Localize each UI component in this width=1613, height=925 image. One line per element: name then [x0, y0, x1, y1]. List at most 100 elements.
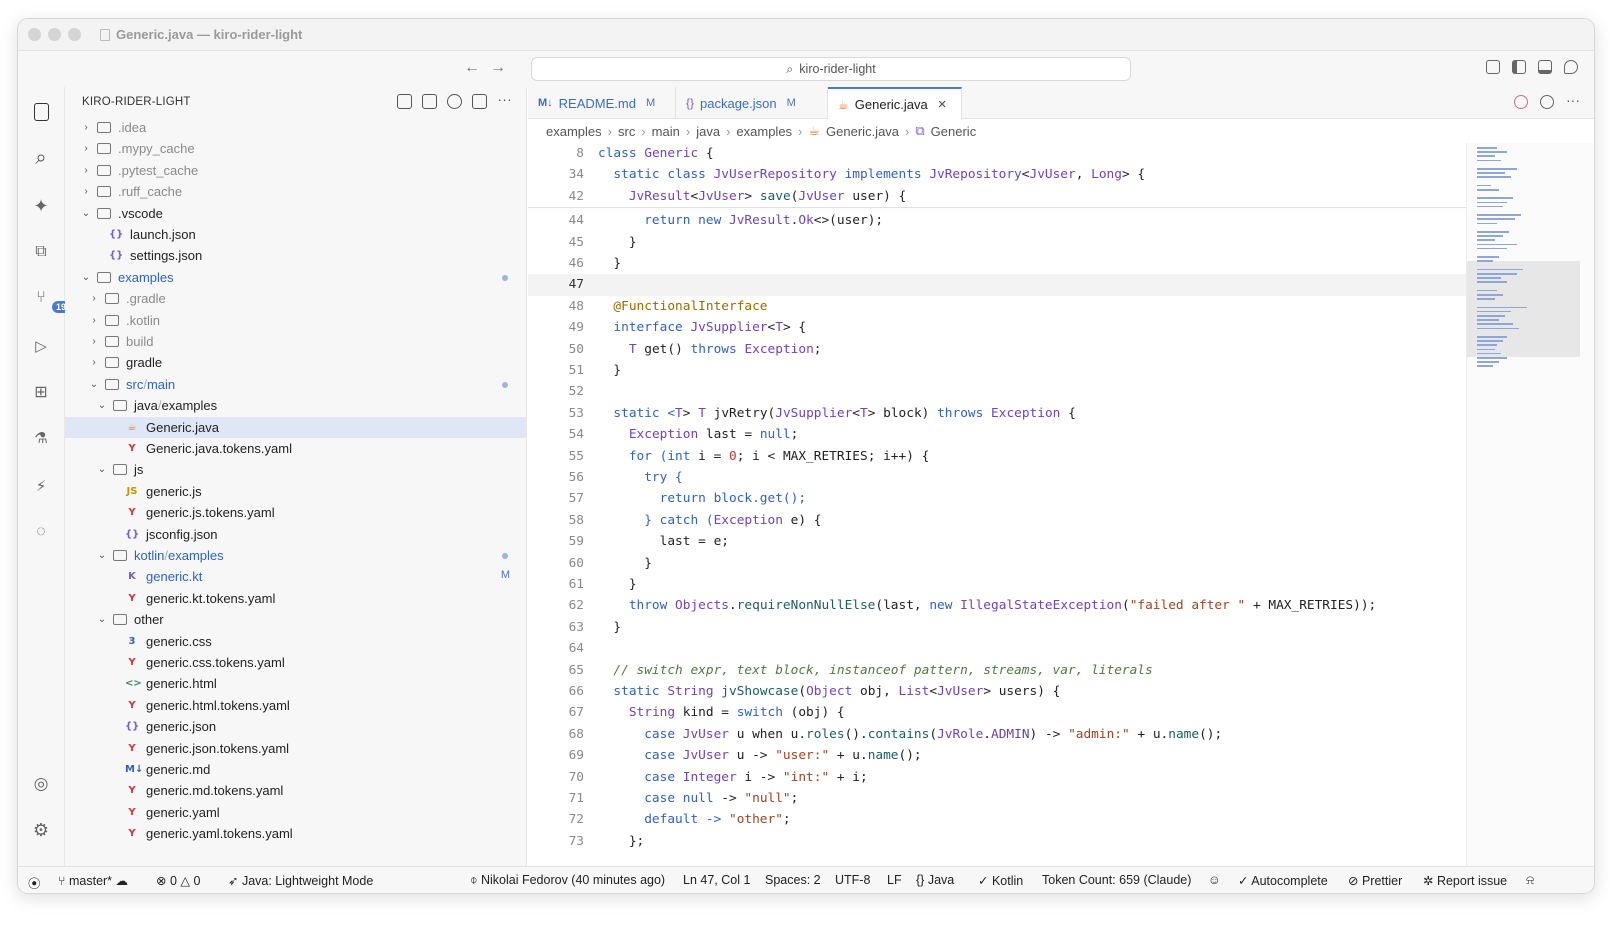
code-line[interactable]: 45 }: [528, 232, 1466, 253]
tree-folder[interactable]: › .idea: [65, 117, 526, 138]
settings-gear-icon[interactable]: ⚙: [30, 819, 52, 841]
tree-folder[interactable]: ⌄ java / examples: [65, 395, 526, 416]
code-line[interactable]: 42 JvResult<JvUser> save(JvUser user) {: [528, 186, 1466, 207]
notifications-bell-icon[interactable]: ⍾: [1526, 873, 1534, 888]
code-line[interactable]: 69 case JvUser u -> "user:" + u.name();: [528, 745, 1466, 766]
code-line[interactable]: 8 class Generic {: [528, 143, 1466, 164]
tree-folder[interactable]: ⌄ js: [65, 459, 526, 480]
code-line[interactable]: 55 for (int i = 0; i < MAX_RETRIES; i++)…: [528, 446, 1466, 467]
tree-folder[interactable]: › .mypy_cache: [65, 138, 526, 159]
tree-folder[interactable]: ⌄ examples: [65, 267, 526, 288]
remote-icon[interactable]: ⚡: [30, 475, 52, 497]
code-line[interactable]: 65 // switch expr, text block, instanceo…: [528, 660, 1466, 681]
tree-file[interactable]: {} generic.json: [65, 716, 526, 737]
close-window-button[interactable]: [28, 28, 41, 41]
kotlin-status[interactable]: ✓ Kotlin: [978, 873, 1023, 888]
code-line[interactable]: 66 static String jvShowcase(Object obj, …: [528, 681, 1466, 702]
code-line[interactable]: 60 }: [528, 553, 1466, 574]
account-icon[interactable]: ◎: [30, 773, 52, 795]
code-line[interactable]: 51 }: [528, 360, 1466, 381]
hierarchy-icon[interactable]: ⧉: [30, 241, 52, 263]
new-folder-icon[interactable]: [422, 94, 438, 109]
code-line[interactable]: 71 case null -> "null";: [528, 788, 1466, 809]
maximize-window-button[interactable]: [68, 28, 81, 41]
tree-file[interactable]: Ygeneric.md.tokens.yaml: [65, 780, 526, 801]
breadcrumb-item[interactable]: examples: [736, 124, 792, 139]
tree-folder[interactable]: ⌄ other: [65, 609, 526, 630]
problems-status[interactable]: ⊗ 0 △ 0: [156, 873, 200, 888]
refresh-icon[interactable]: [447, 94, 463, 109]
code-line[interactable]: 50 T get() throws Exception;: [528, 339, 1466, 360]
code-line[interactable]: 70 case Integer i -> "int:" + i;: [528, 767, 1466, 788]
prettier-status[interactable]: ⊘ Prettier: [1348, 873, 1402, 888]
collapse-all-icon[interactable]: [472, 94, 488, 109]
code-line[interactable]: 59 last = e;: [528, 531, 1466, 552]
minimize-window-button[interactable]: [48, 28, 61, 41]
kiro-icon[interactable]: ✦: [30, 195, 52, 217]
code-line[interactable]: 62 throw Objects.requireNonNullElse(last…: [528, 595, 1466, 616]
run-debug-icon[interactable]: ▷: [30, 335, 52, 357]
tree-file[interactable]: {} launch.json: [65, 224, 526, 245]
code-line[interactable]: 57 return block.get();: [528, 488, 1466, 509]
cursor-position[interactable]: Ln 47, Col 1: [683, 873, 750, 887]
remote-indicator-icon[interactable]: ⦿: [28, 873, 41, 892]
feedback-icon[interactable]: ☺: [1208, 873, 1221, 887]
customize-layout-icon[interactable]: [1486, 60, 1500, 74]
language-mode[interactable]: {} Java: [916, 873, 954, 887]
tree-file[interactable]: JS generic.js: [65, 481, 526, 502]
explorer-icon[interactable]: [30, 101, 52, 123]
tab-package-json[interactable]: {} package.json M: [676, 87, 828, 119]
ghost-icon[interactable]: ◌: [30, 521, 52, 543]
code-line[interactable]: 49 interface JvSupplier<T> {: [528, 317, 1466, 338]
source-control-icon[interactable]: ⑂ 19: [30, 287, 71, 313]
tab-generic-java[interactable]: ☕ Generic.java ×: [828, 87, 962, 120]
code-line[interactable]: 64: [528, 638, 1466, 659]
tree-file[interactable]: Y Generic.java.tokens.yaml: [65, 438, 526, 459]
tree-file[interactable]: Ygeneric.yaml: [65, 802, 526, 823]
code-line[interactable]: 46 }: [528, 253, 1466, 274]
testing-icon[interactable]: ⚗: [30, 427, 52, 449]
report-issue[interactable]: ✲ Report issue: [1423, 873, 1507, 888]
autocomplete-status[interactable]: ✓ Autocomplete: [1238, 873, 1328, 888]
code-line[interactable]: 63 }: [528, 617, 1466, 638]
breadcrumb-item[interactable]: Generic.java: [826, 124, 899, 139]
toggle-sidebar-icon[interactable]: [1512, 60, 1526, 74]
minimap[interactable]: [1466, 143, 1594, 866]
tree-folder[interactable]: › build: [65, 331, 526, 352]
tree-file[interactable]: Kgeneric.kt M: [65, 566, 526, 587]
code-line[interactable]: 47: [528, 274, 1466, 296]
chat-icon[interactable]: [1564, 60, 1578, 74]
forward-arrow-icon[interactable]: →: [490, 59, 506, 77]
tree-folder[interactable]: › .gradle: [65, 288, 526, 309]
breadcrumb-item[interactable]: Generic: [931, 124, 977, 139]
ai-assist-icon[interactable]: [1514, 95, 1528, 109]
tree-file[interactable]: Ygeneric.yaml.tokens.yaml: [65, 823, 526, 844]
tree-folder[interactable]: ⌄ src / main: [65, 374, 526, 395]
code-line[interactable]: 44 return new JvResult.Ok<>(user);: [528, 210, 1466, 231]
tree-folder[interactable]: ⌄ kotlin / examples: [65, 545, 526, 566]
line-ending[interactable]: LF: [887, 873, 902, 887]
code-line[interactable]: 48 @FunctionalInterface: [528, 296, 1466, 317]
tree-file[interactable]: {} jsconfig.json: [65, 524, 526, 545]
extensions-icon[interactable]: ⊞: [30, 381, 52, 403]
code-line[interactable]: 68 case JvUser u when u.roles().contains…: [528, 724, 1466, 745]
more-actions-icon[interactable]: ···: [1566, 93, 1580, 109]
java-mode-status[interactable]: ➶ Java: Lightweight Mode: [228, 873, 373, 888]
code-line[interactable]: 67 String kind = switch (obj) {: [528, 702, 1466, 723]
breadcrumb-item[interactable]: main: [652, 124, 680, 139]
tree-folder[interactable]: › .ruff_cache: [65, 181, 526, 202]
toggle-panel-icon[interactable]: [1538, 60, 1552, 74]
code-line[interactable]: 61 }: [528, 574, 1466, 595]
blame-status[interactable]: ⌽ Nikolai Fedorov (40 minutes ago): [470, 873, 665, 888]
tree-file[interactable]: ☕ Generic.java: [65, 416, 526, 438]
tree-folder[interactable]: › .kotlin: [65, 310, 526, 331]
encoding[interactable]: UTF-8: [835, 873, 870, 887]
tree-folder[interactable]: › gradle: [65, 352, 526, 373]
token-count[interactable]: Token Count: 659 (Claude): [1042, 873, 1191, 887]
tree-file[interactable]: M↓ generic.md: [65, 759, 526, 780]
new-file-icon[interactable]: [397, 94, 413, 109]
tree-file[interactable]: Ygeneric.json.tokens.yaml: [65, 738, 526, 759]
breadcrumb-item[interactable]: src: [618, 124, 635, 139]
code-line[interactable]: 53 static <T> T jvRetry(JvSupplier<T> bl…: [528, 403, 1466, 424]
code-line[interactable]: 72 default -> "other";: [528, 809, 1466, 830]
